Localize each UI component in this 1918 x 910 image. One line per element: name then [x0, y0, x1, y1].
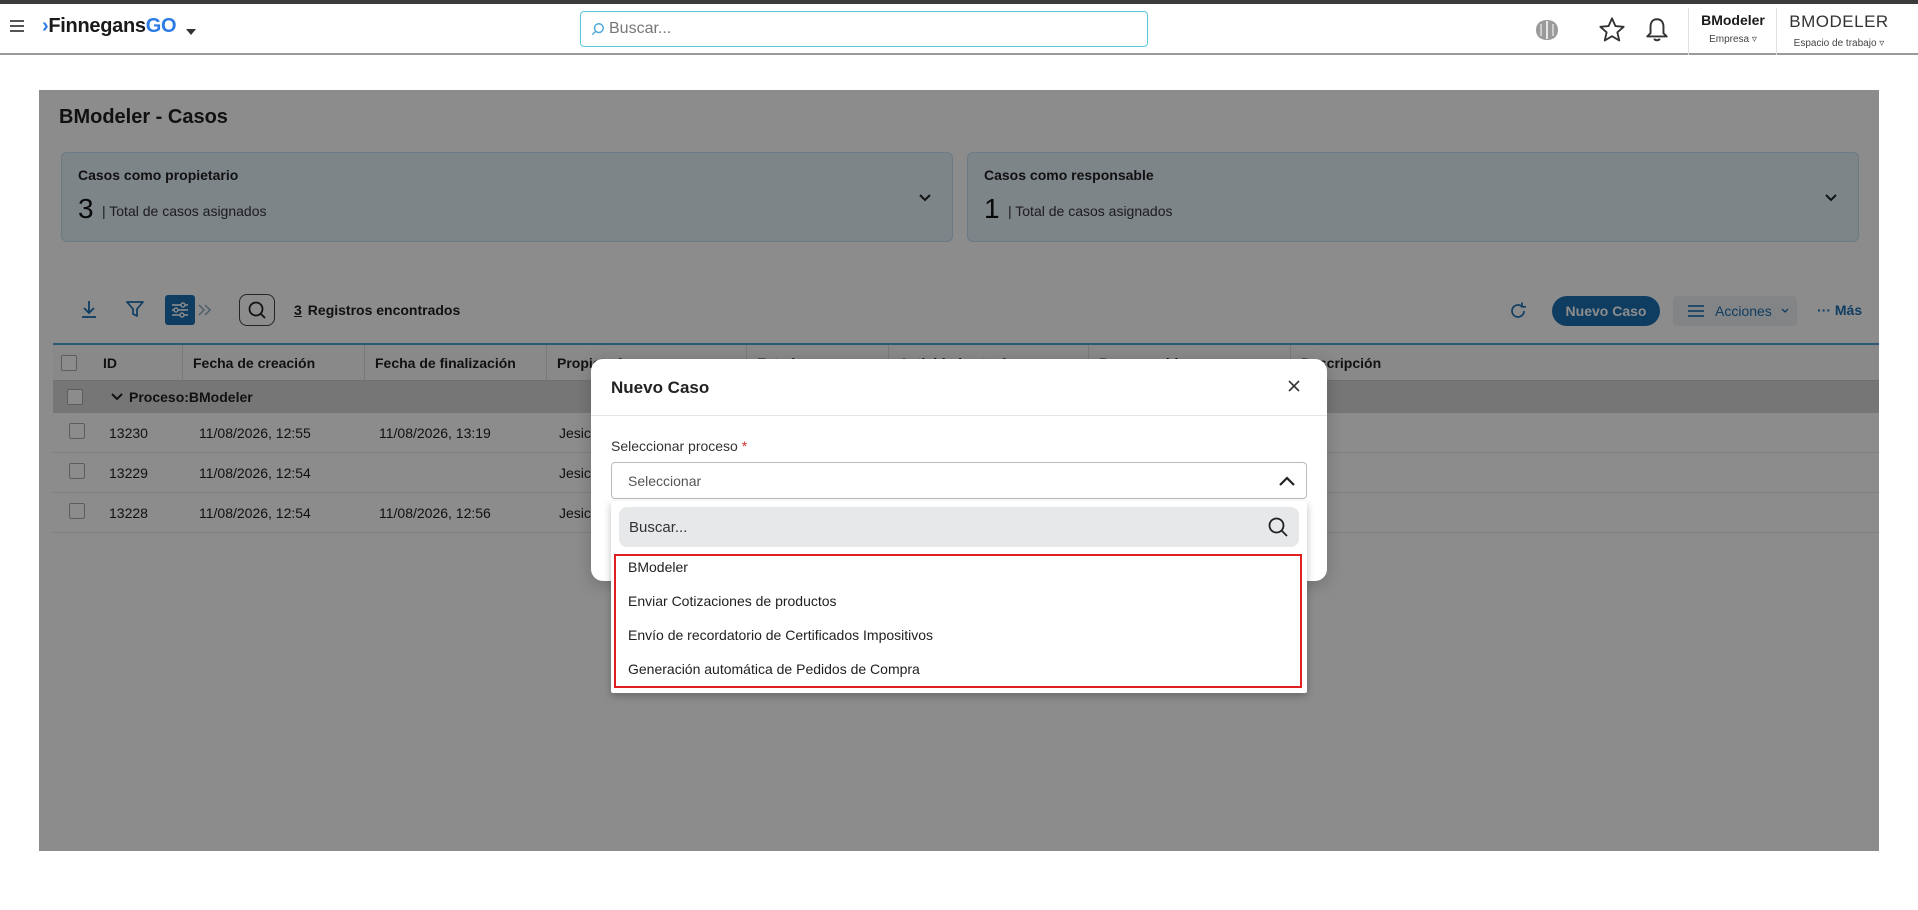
workspace-name: BMODELER	[1789, 12, 1889, 31]
search-icon	[591, 23, 604, 36]
workspace-label: Espacio de trabajo ▿	[1793, 38, 1885, 49]
dropdown-option[interactable]: Enviar Cotizaciones de productos	[628, 593, 837, 609]
global-search-box[interactable]	[580, 11, 1148, 47]
star-icon[interactable]	[1598, 16, 1626, 44]
app-logo[interactable]: ›FinnegansGO	[42, 15, 176, 38]
dropdown-options-list: BModeler Enviar Cotizaciones de producto…	[614, 554, 1302, 688]
process-label-text: Seleccionar proceso	[611, 438, 738, 454]
top-navbar: ›FinnegansGO BModeler Empresa ▿ BMODELER…	[0, 4, 1918, 55]
company-name: BModeler	[1701, 12, 1765, 28]
dropdown-option[interactable]: Generación automática de Pedidos de Comp…	[628, 661, 920, 677]
dropdown-search-box[interactable]	[619, 507, 1299, 547]
required-mark: *	[741, 438, 748, 454]
global-search-input[interactable]	[609, 18, 1129, 40]
modal-title: Nuevo Caso	[611, 378, 710, 397]
dropdown-search-input[interactable]	[629, 517, 1229, 537]
close-icon[interactable]	[1287, 379, 1301, 393]
process-field-label: Seleccionar proceso *	[611, 438, 747, 454]
search-icon	[1268, 517, 1288, 537]
company-label: Empresa ▿	[1709, 34, 1757, 45]
process-select[interactable]: Seleccionar	[611, 462, 1307, 499]
bell-icon[interactable]	[1644, 16, 1670, 44]
logo-dropdown-caret-icon[interactable]	[186, 29, 196, 35]
chevron-up-icon[interactable]	[1278, 475, 1296, 487]
process-dropdown: BModeler Enviar Cotizaciones de producto…	[611, 501, 1307, 693]
dropdown-option[interactable]: BModeler	[628, 559, 688, 575]
modal-divider	[591, 415, 1327, 416]
process-select-value: Seleccionar	[628, 473, 702, 489]
workspace-selector[interactable]: BMODELER Espacio de trabajo ▿	[1784, 12, 1894, 49]
company-selector[interactable]: BModeler Empresa ▿	[1698, 12, 1768, 45]
hamburger-menu-icon[interactable]	[10, 20, 24, 32]
logo-main-text: Finnegans	[48, 15, 146, 37]
header-divider	[1688, 8, 1689, 55]
dropdown-option[interactable]: Envío de recordatorio de Certificados Im…	[628, 627, 933, 643]
logo-suffix-text: GO	[145, 15, 177, 37]
header-divider	[1776, 8, 1777, 55]
brain-icon[interactable]	[1532, 18, 1562, 42]
